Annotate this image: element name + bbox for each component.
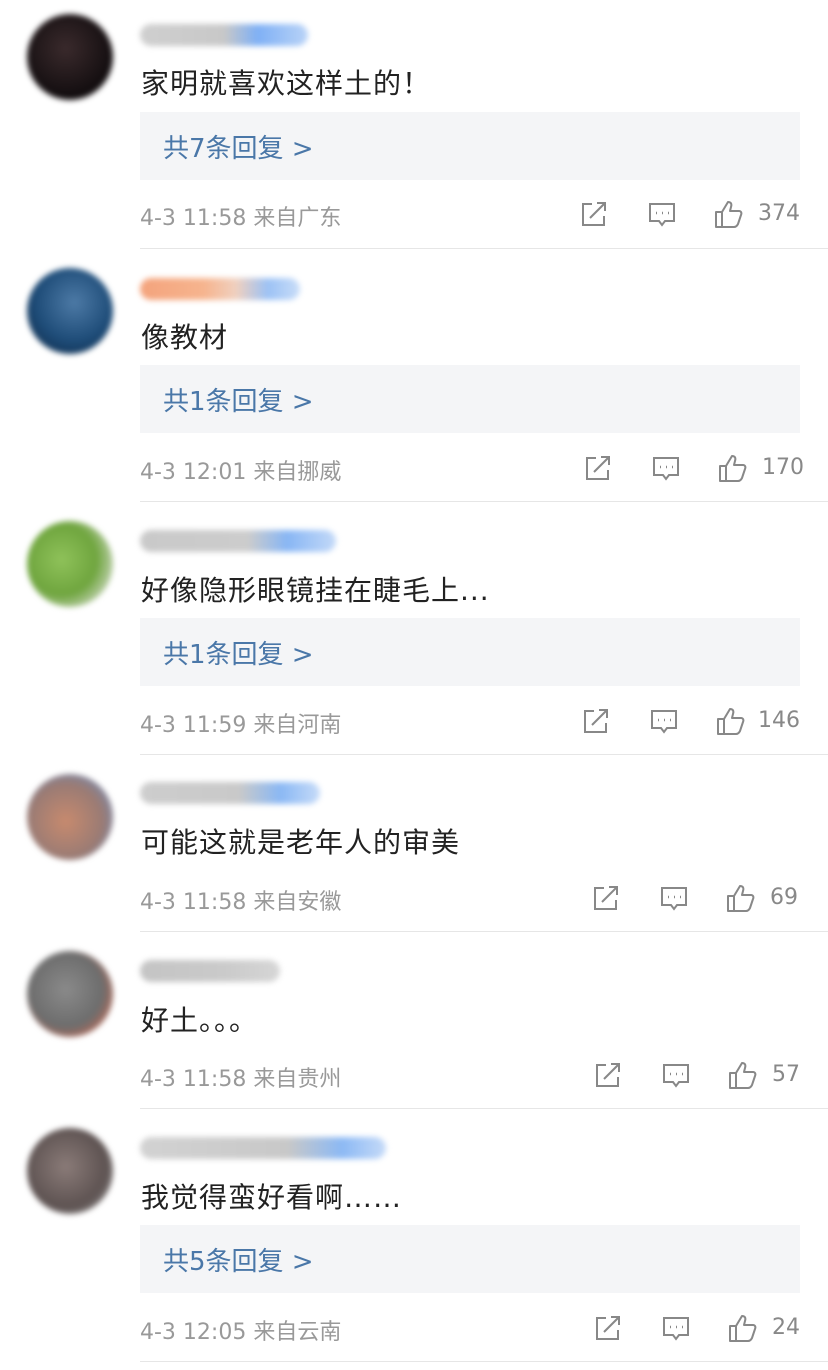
- like-icon[interactable]: [728, 1312, 760, 1344]
- comment-location: 来自贵州: [253, 1067, 342, 1092]
- share-icon[interactable]: [594, 1061, 622, 1089]
- replies-label: 共1条回复 >: [163, 640, 314, 670]
- avatar[interactable]: [27, 774, 113, 860]
- like-count: 374: [758, 201, 800, 226]
- comment-icon[interactable]: [662, 1315, 690, 1343]
- divider: [140, 931, 828, 932]
- avatar[interactable]: [27, 14, 113, 100]
- comment-icon[interactable]: [662, 1062, 690, 1090]
- avatar[interactable]: [27, 1128, 113, 1214]
- comment-location: 来自云南: [253, 1320, 342, 1345]
- like-icon[interactable]: [718, 452, 750, 484]
- replies-label: 共5条回复 >: [163, 1247, 314, 1277]
- username[interactable]: [140, 1137, 386, 1159]
- share-icon[interactable]: [594, 1314, 622, 1342]
- username[interactable]: [140, 960, 280, 982]
- comment-time: 4-3 12:05: [140, 1320, 247, 1345]
- comment-text: 好像隐形眼镜挂在睫毛上...: [141, 574, 490, 607]
- comment-text: 家明就喜欢这样土的！: [141, 67, 432, 100]
- username[interactable]: [140, 782, 320, 804]
- divider: [140, 501, 828, 502]
- comment-icon[interactable]: [652, 455, 680, 483]
- comment-icon[interactable]: [650, 708, 678, 736]
- comment-meta: 4-3 11:58 来自安徽: [140, 884, 341, 916]
- share-icon[interactable]: [592, 884, 620, 912]
- comment-time: 4-3 11:58: [140, 890, 247, 915]
- comment-meta: 4-3 11:58 来自广东: [140, 200, 341, 232]
- replies-link[interactable]: 共1条回复 >: [140, 365, 800, 433]
- comment-location: 来自广东: [253, 206, 342, 231]
- replies-link[interactable]: 共5条回复 >: [140, 1225, 800, 1293]
- replies-link[interactable]: 共1条回复 >: [140, 618, 800, 686]
- comment-meta: 4-3 11:58 来自贵州: [140, 1061, 341, 1093]
- comment-meta: 4-3 12:05 来自云南: [140, 1314, 341, 1346]
- comment-meta: 4-3 12:01 来自挪威: [140, 454, 341, 486]
- like-icon[interactable]: [714, 198, 746, 230]
- comment-location: 来自安徽: [253, 890, 342, 915]
- share-icon[interactable]: [584, 454, 612, 482]
- replies-link[interactable]: 共7条回复 >: [140, 112, 800, 180]
- comment-text: 我觉得蛮好看啊……: [141, 1181, 403, 1214]
- share-icon[interactable]: [582, 707, 610, 735]
- comment-time: 4-3 12:01: [140, 460, 247, 485]
- username[interactable]: [140, 278, 300, 300]
- comment-text: 好土。。。: [141, 1004, 259, 1037]
- username[interactable]: [140, 24, 308, 46]
- divider: [140, 1361, 828, 1362]
- divider: [140, 1108, 828, 1109]
- comment-time: 4-3 11:58: [140, 206, 247, 231]
- username[interactable]: [140, 530, 336, 552]
- comment-text: 像教材: [141, 321, 229, 354]
- share-icon[interactable]: [580, 200, 608, 228]
- avatar[interactable]: [27, 268, 113, 354]
- like-count: 170: [762, 455, 804, 480]
- like-icon[interactable]: [726, 882, 758, 914]
- avatar[interactable]: [27, 951, 113, 1037]
- like-count: 69: [770, 885, 798, 910]
- like-icon[interactable]: [716, 705, 748, 737]
- comment-location: 来自河南: [253, 713, 342, 738]
- avatar[interactable]: [27, 521, 113, 607]
- comment-icon[interactable]: [660, 885, 688, 913]
- comment-icon[interactable]: [648, 201, 676, 229]
- like-count: 24: [772, 1315, 800, 1340]
- comment-time: 4-3 11:58: [140, 1067, 247, 1092]
- like-count: 146: [758, 708, 800, 733]
- comment-meta: 4-3 11:59 来自河南: [140, 707, 341, 739]
- divider: [140, 248, 828, 249]
- comment-location: 来自挪威: [253, 460, 342, 485]
- comment-text: 可能这就是老年人的审美: [141, 826, 461, 859]
- replies-label: 共7条回复 >: [163, 134, 314, 164]
- replies-label: 共1条回复 >: [163, 387, 314, 417]
- like-count: 57: [772, 1062, 800, 1087]
- divider: [140, 754, 828, 755]
- like-icon[interactable]: [728, 1059, 760, 1091]
- comment-time: 4-3 11:59: [140, 713, 247, 738]
